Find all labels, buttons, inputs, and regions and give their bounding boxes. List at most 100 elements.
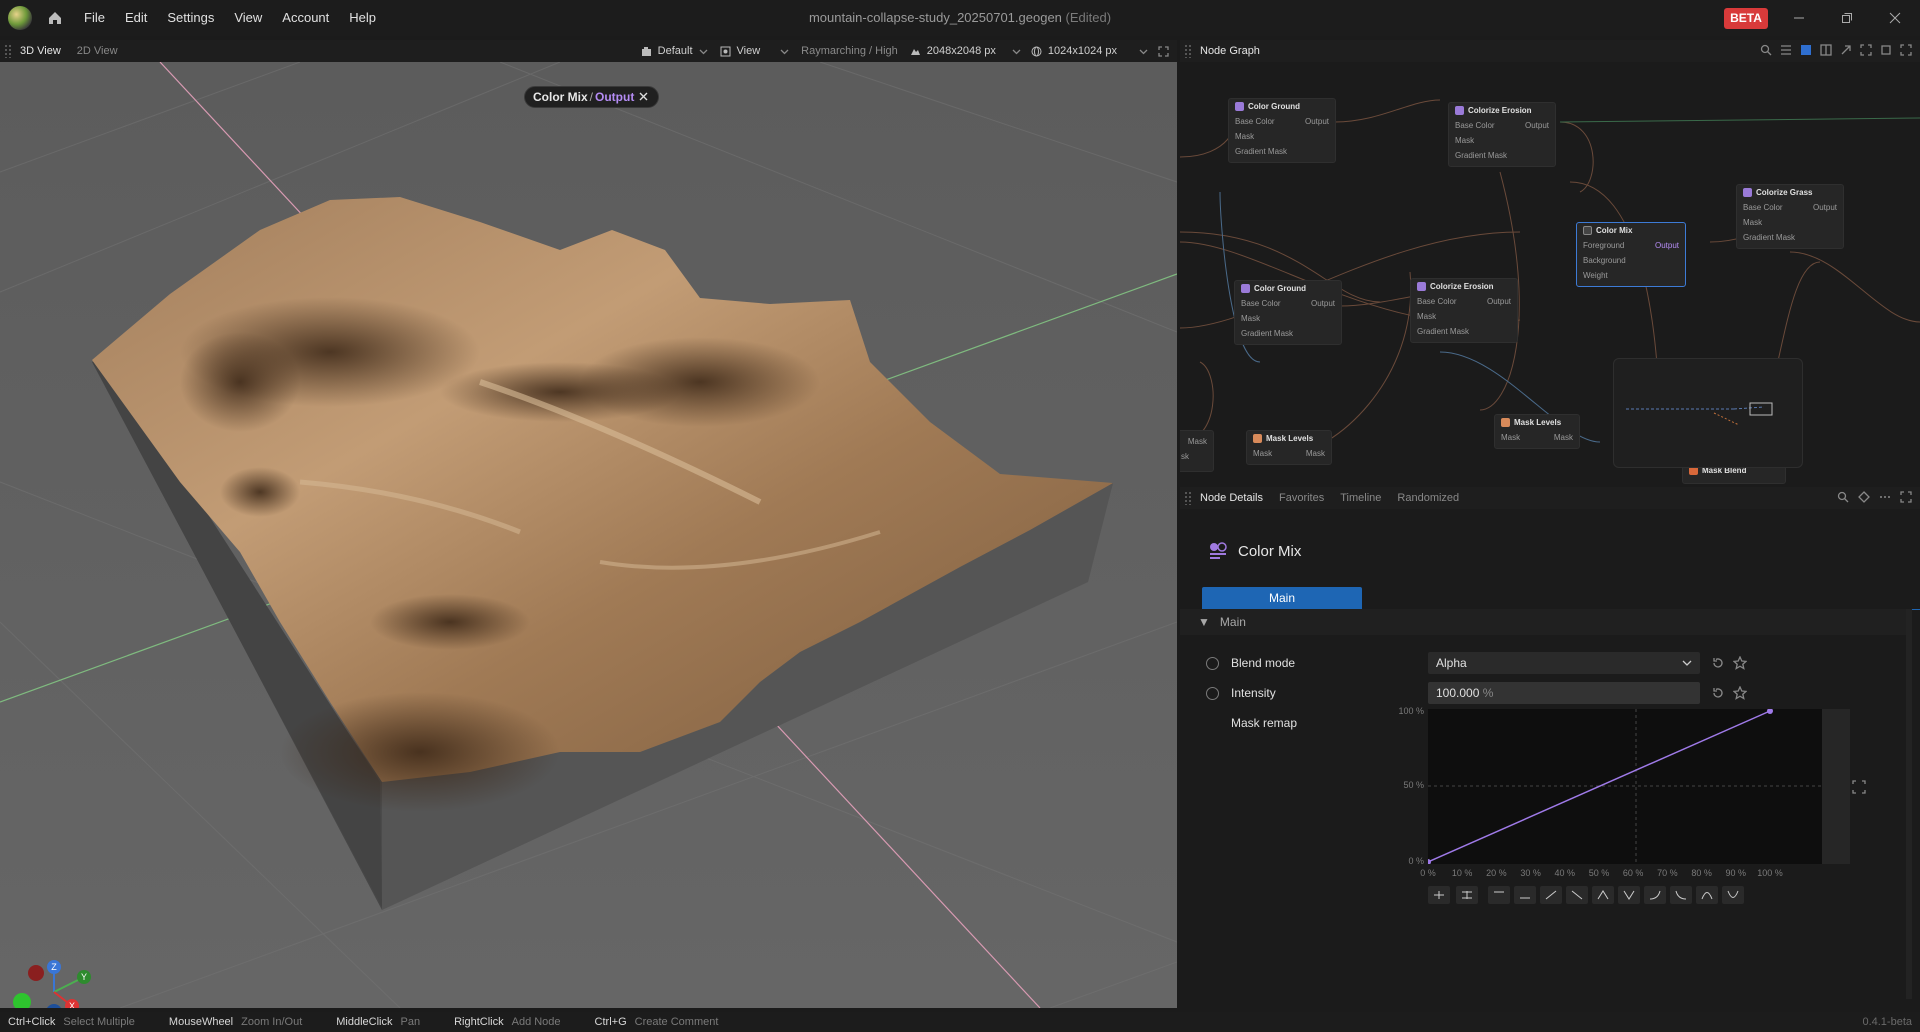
menu-help[interactable]: Help <box>339 0 386 36</box>
output-port[interactable]: Output <box>1487 294 1511 309</box>
input-port[interactable]: Mask <box>1455 133 1474 148</box>
node-port-row[interactable]: Base Color Output <box>1455 118 1549 133</box>
node-port-row[interactable]: Gradient Mask <box>1455 148 1549 163</box>
graph-minimap[interactable] <box>1613 358 1803 468</box>
chevron-down-icon[interactable] <box>1012 47 1021 56</box>
panel-grip-icon[interactable] <box>1184 491 1192 505</box>
flip-horizontal-button[interactable] <box>1428 886 1450 904</box>
output-port[interactable]: Output <box>1305 114 1329 129</box>
input-port[interactable]: Mask <box>1501 430 1520 445</box>
maximize-button[interactable] <box>1824 0 1870 36</box>
node-port-row[interactable]: Mask <box>1417 309 1511 324</box>
collapse-triangle-icon[interactable]: ▼ <box>1198 615 1210 629</box>
frame-icon[interactable] <box>1800 44 1812 56</box>
node-port-row[interactable]: Weight <box>1583 268 1679 283</box>
node-port-row[interactable]: Mask <box>1235 129 1329 144</box>
preset-constant-low[interactable] <box>1514 886 1536 904</box>
collapse-icon[interactable] <box>1840 44 1852 56</box>
menu-account[interactable]: Account <box>272 0 339 36</box>
preset-smooth-valley[interactable] <box>1722 886 1744 904</box>
menu-edit[interactable]: Edit <box>115 0 157 36</box>
input-port[interactable]: Gradient Mask <box>1235 144 1287 159</box>
reset-icon[interactable] <box>1711 656 1725 670</box>
input-port[interactable]: Mask <box>1241 311 1260 326</box>
diamond-icon[interactable] <box>1858 491 1870 503</box>
input-port[interactable]: Base Color <box>1241 296 1281 311</box>
node-port-row[interactable]: Gradient Mask <box>1235 144 1329 159</box>
node-port-row[interactable]: Base Color Output <box>1241 296 1335 311</box>
node-mask-levels-1[interactable]: Mask Levels Mask Mask <box>1246 430 1332 465</box>
heightmap-resolution[interactable]: 2048x2048 px <box>927 45 996 57</box>
tab-main[interactable]: Main <box>1202 587 1362 609</box>
preset-smooth-peak[interactable] <box>1696 886 1718 904</box>
node-color-ground-2[interactable]: Color Ground Base Color Output Mask Gradi… <box>1234 280 1342 345</box>
node-port-row[interactable]: Foreground Output <box>1583 238 1679 253</box>
output-port[interactable]: Output <box>1655 238 1679 253</box>
node-colorize-grass[interactable]: Colorize Grass Base Color Output Mask Gra… <box>1736 184 1844 249</box>
preset-valley[interactable] <box>1618 886 1640 904</box>
input-port[interactable]: Gradient Mask <box>1743 230 1795 245</box>
node-port-row[interactable]: sk <box>1181 449 1207 464</box>
node-port-row[interactable]: Mask <box>1455 133 1549 148</box>
input-port[interactable]: Base Color <box>1417 294 1457 309</box>
mask-remap-curve[interactable] <box>1425 708 1850 865</box>
fit-view-icon[interactable] <box>1860 44 1872 56</box>
node-port-row[interactable]: Gradient Mask <box>1743 230 1837 245</box>
more-icon[interactable] <box>1879 491 1891 503</box>
node-port-row[interactable]: Mask Mask <box>1253 446 1325 461</box>
preset-linear-up[interactable] <box>1540 886 1562 904</box>
input-port[interactable]: Gradient Mask <box>1455 148 1507 163</box>
input-port[interactable]: Mask <box>1253 446 1272 461</box>
node-port-row[interactable]: Mask <box>1743 215 1837 230</box>
close-window-button[interactable] <box>1872 0 1918 36</box>
render-mode[interactable]: Raymarching / High <box>801 45 898 57</box>
output-port[interactable]: Output <box>1311 296 1335 311</box>
preset-constant-high[interactable] <box>1488 886 1510 904</box>
input-port[interactable]: Background <box>1583 253 1626 268</box>
menu-file[interactable]: File <box>74 0 115 36</box>
fullscreen-icon[interactable] <box>1900 491 1912 503</box>
close-icon[interactable] <box>636 91 650 103</box>
home-icon[interactable] <box>44 7 66 29</box>
search-icon[interactable] <box>1837 491 1849 503</box>
input-port[interactable]: Foreground <box>1583 238 1624 253</box>
blend-mode-select[interactable]: Alpha <box>1428 652 1700 674</box>
node-port-row[interactable]: Mask <box>1181 434 1207 449</box>
zoom-fit-icon[interactable] <box>1880 44 1892 56</box>
node-port-row[interactable]: Background <box>1583 253 1679 268</box>
output-port[interactable]: Mask <box>1554 430 1573 445</box>
input-port[interactable]: Weight <box>1583 268 1608 283</box>
node-color-mix[interactable]: Color Mix Foreground Output Background We… <box>1576 222 1686 287</box>
preset-ease-in[interactable] <box>1644 886 1666 904</box>
expand-curve-icon[interactable] <box>1852 780 1866 794</box>
input-port[interactable]: Gradient Mask <box>1241 326 1293 341</box>
flip-vertical-button[interactable] <box>1456 886 1478 904</box>
chevron-down-icon[interactable] <box>699 47 708 56</box>
tab-favorites[interactable]: Favorites <box>1271 487 1332 509</box>
texture-resolution[interactable]: 1024x1024 px <box>1048 45 1117 57</box>
input-port[interactable]: Mask <box>1417 309 1436 324</box>
minimize-button[interactable] <box>1776 0 1822 36</box>
section-main-header[interactable]: ▼ Main <box>1180 609 1908 635</box>
tab-timeline[interactable]: Timeline <box>1332 487 1389 509</box>
menu-view[interactable]: View <box>224 0 272 36</box>
tab-2d-view[interactable]: 2D View <box>69 40 126 62</box>
preset-ease-out[interactable] <box>1670 886 1692 904</box>
fullscreen-icon[interactable] <box>1900 44 1912 56</box>
output-port[interactable]: Mask <box>1188 434 1207 449</box>
reset-icon[interactable] <box>1711 686 1725 700</box>
favorite-star-icon[interactable] <box>1733 656 1747 670</box>
node-port-row[interactable]: Gradient Mask <box>1417 324 1511 339</box>
node-graph-canvas[interactable]: Color Ground Base Color Output Mask Gradi… <box>1180 62 1920 484</box>
input-port[interactable]: Gradient Mask <box>1417 324 1469 339</box>
node-port-row[interactable]: Base Color Output <box>1743 200 1837 215</box>
tab-node-details[interactable]: Node Details <box>1192 487 1271 509</box>
animate-toggle[interactable] <box>1206 656 1219 670</box>
output-port[interactable]: Output <box>1813 200 1837 215</box>
search-icon[interactable] <box>1760 44 1772 56</box>
preset-linear-down[interactable] <box>1566 886 1588 904</box>
input-port[interactable]: Base Color <box>1455 118 1495 133</box>
animate-toggle[interactable] <box>1206 686 1219 700</box>
list-icon[interactable] <box>1780 44 1792 56</box>
menu-settings[interactable]: Settings <box>157 0 224 36</box>
